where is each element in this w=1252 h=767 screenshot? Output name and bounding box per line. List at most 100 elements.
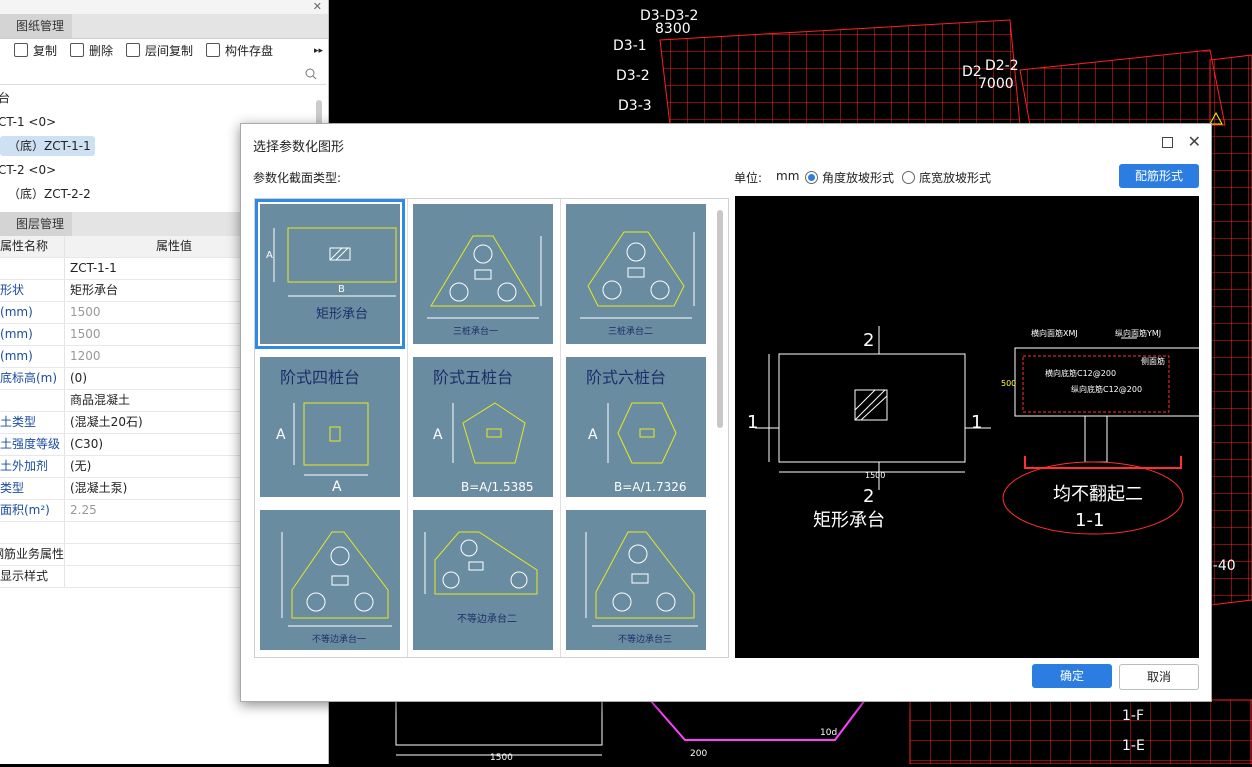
preview-section-label-bottom: 2 bbox=[863, 486, 874, 507]
close-icon[interactable]: ✕ bbox=[1188, 132, 1201, 151]
radio-on-icon bbox=[805, 171, 818, 184]
property-value[interactable]: 矩形承台 bbox=[70, 280, 118, 301]
three-pile-1-figure: 三桩承台一 bbox=[427, 235, 542, 337]
scroll-thumb[interactable] bbox=[717, 210, 723, 428]
search-box[interactable] bbox=[0, 64, 326, 85]
property-value[interactable]: (混凝土泵) bbox=[70, 478, 127, 499]
maximize-icon[interactable] bbox=[1162, 137, 1173, 148]
gallery-divider bbox=[560, 199, 561, 657]
preview-depth: 500 bbox=[1001, 379, 1016, 388]
stepped-four-figure: 阶式四桩台 A A bbox=[276, 368, 369, 495]
radio-width-slope[interactable]: 底宽放坡形式 bbox=[902, 169, 991, 186]
rebar-form-button[interactable]: 配筋形式 bbox=[1119, 164, 1199, 188]
copy-button[interactable]: 复制 bbox=[14, 42, 57, 60]
drawing-toolbar: 复制 删除 层间复制 构件存盘 ▸▸ bbox=[0, 40, 328, 62]
gallery-scrollbar[interactable] bbox=[715, 208, 725, 656]
property-value[interactable]: (混凝土20石) bbox=[70, 412, 143, 433]
shape-rect-cap-label: 矩形承台 bbox=[316, 307, 368, 322]
preview-drawing: 2 2 1 1 1500 矩形承台 均不翻起二 1-1 横向面筋XMJ 纵向面筋… bbox=[747, 326, 1206, 535]
property-name: 钢筋业务属性 bbox=[0, 544, 65, 565]
shape-three-pile-1-label: 三桩承台一 bbox=[453, 325, 498, 337]
cancel-button[interactable]: 取消 bbox=[1119, 664, 1199, 690]
tree-item[interactable]: （底）ZCT-2-2 bbox=[8, 184, 91, 200]
preview-side-label-left: 1 bbox=[747, 412, 758, 433]
search-icon bbox=[305, 68, 317, 80]
save-component-label: 构件存盘 bbox=[225, 44, 274, 58]
gallery-divider bbox=[407, 199, 408, 657]
svg-text:A: A bbox=[588, 427, 598, 443]
cad-grid-bottom-right bbox=[909, 699, 1252, 765]
preview-shape-name: 矩形承台 bbox=[813, 510, 885, 531]
ok-button[interactable]: 确定 bbox=[1032, 664, 1112, 688]
section-type-label: 参数化截面类型: bbox=[253, 171, 342, 185]
shape-preview: 2 2 1 1 1500 矩形承台 均不翻起二 1-1 横向面筋XMJ 纵向面筋… bbox=[735, 196, 1206, 658]
cad-grid-right bbox=[1209, 54, 1252, 606]
property-value[interactable]: (0) bbox=[70, 368, 87, 389]
shape-three-pile-2-label: 三桩承台二 bbox=[608, 325, 653, 337]
cad-label-d33: D3-3 bbox=[618, 98, 652, 114]
tree-item[interactable]: 台 bbox=[0, 88, 10, 108]
property-value[interactable]: 商品混凝土 bbox=[70, 390, 130, 411]
preview-note: 均不翻起二 bbox=[1053, 484, 1143, 505]
layers-icon bbox=[126, 43, 140, 57]
delete-button[interactable]: 删除 bbox=[70, 42, 113, 60]
cad-label-1500: 1500 bbox=[490, 753, 513, 763]
shape-stepped-five[interactable]: 阶式五桩台 A B=A/1.5385 bbox=[413, 357, 553, 497]
dialog-title: 选择参数化图形 bbox=[253, 140, 345, 155]
tree-item[interactable]: CT-1 <0> bbox=[0, 112, 56, 132]
property-name: 面积(m²) bbox=[0, 500, 65, 521]
unequal-3-figure: 不等边承台三 bbox=[585, 531, 698, 645]
property-value[interactable]: (C30) bbox=[70, 434, 103, 455]
radio-angle-slope[interactable]: 角度放坡形式 bbox=[805, 169, 894, 186]
cad-label-10d: 10d bbox=[820, 728, 837, 738]
shape-unequal-2[interactable]: 不等边承台二 bbox=[413, 510, 553, 650]
trash-icon bbox=[70, 43, 84, 57]
close-icon[interactable]: ✕ bbox=[313, 0, 322, 13]
floor-copy-button[interactable]: 层间复制 bbox=[126, 42, 193, 60]
cad-label-1f: 1-F bbox=[1122, 708, 1144, 724]
preview-h-bottom: 横向底筋C12@200 bbox=[1045, 368, 1116, 378]
tab-drawing-management[interactable]: 图纸管理 bbox=[0, 14, 73, 38]
preview-dim-bottom: 1500 bbox=[865, 471, 885, 480]
unequal-2-figure: 不等边承台二 bbox=[424, 531, 538, 625]
property-name: 形状 bbox=[0, 280, 65, 301]
shape-unequal-3-label: 不等边承台三 bbox=[618, 633, 672, 645]
shape-three-pile-1[interactable]: 三桩承台一 bbox=[413, 204, 553, 344]
preview-v-bottom: 纵向底筋C12@200 bbox=[1071, 384, 1142, 394]
property-value[interactable]: 1500 bbox=[70, 302, 101, 323]
property-value[interactable]: (无) bbox=[70, 456, 91, 477]
rect-cap-figure: A B 矩形承台 bbox=[266, 227, 397, 322]
more-icon[interactable]: ▸▸ bbox=[314, 42, 323, 60]
save-component-button[interactable]: 构件存盘 bbox=[206, 42, 273, 60]
save-icon bbox=[206, 43, 220, 57]
copy-icon bbox=[14, 43, 28, 57]
tree-item[interactable]: CT-2 <0> bbox=[0, 160, 56, 180]
cad-label-8300: 8300 bbox=[655, 21, 691, 37]
cad-label-d22: D2-2 bbox=[985, 58, 1019, 74]
property-value[interactable]: 1500 bbox=[70, 324, 101, 345]
svg-text:A: A bbox=[276, 427, 286, 443]
shape-rect-cap[interactable]: A B 矩形承台 bbox=[255, 199, 405, 349]
floor-copy-label: 层间复制 bbox=[145, 44, 194, 58]
shape-stepped-four[interactable]: 阶式四桩台 A A bbox=[260, 357, 400, 497]
cad-label-d32: D3-2 bbox=[616, 68, 650, 84]
svg-text:A: A bbox=[332, 479, 342, 495]
stepped-five-figure: 阶式五桩台 A B=A/1.5385 bbox=[433, 368, 534, 494]
shape-unequal-1[interactable]: 不等边承台一 bbox=[260, 510, 400, 650]
property-name: 显示样式 bbox=[0, 566, 65, 587]
copy-label: 复制 bbox=[33, 44, 58, 58]
property-value[interactable]: ZCT-1-1 bbox=[70, 258, 117, 279]
preview-section-label-top: 2 bbox=[863, 330, 874, 351]
property-value[interactable]: 1200 bbox=[70, 346, 101, 367]
shape-three-pile-2[interactable]: 三桩承台二 bbox=[566, 204, 706, 344]
property-value[interactable]: 2.25 bbox=[70, 500, 97, 521]
tree-item-selected[interactable]: （底）ZCT-1-1 bbox=[0, 136, 95, 156]
radio-width-label: 底宽放坡形式 bbox=[919, 171, 992, 185]
svg-text:A: A bbox=[266, 250, 273, 261]
tab-layer-management[interactable]: 图层管理 bbox=[0, 212, 73, 236]
three-pile-2-figure: 三桩承台二 bbox=[580, 231, 695, 337]
shape-stepped-six[interactable]: 阶式六桩台 A B=A/1.7326 bbox=[566, 357, 706, 497]
preview-h-rebar: 横向面筋XMJ bbox=[1031, 328, 1078, 338]
preview-v-rebar: 纵向面筋YMJ bbox=[1115, 328, 1161, 338]
shape-unequal-3[interactable]: 不等边承台三 bbox=[566, 510, 706, 650]
